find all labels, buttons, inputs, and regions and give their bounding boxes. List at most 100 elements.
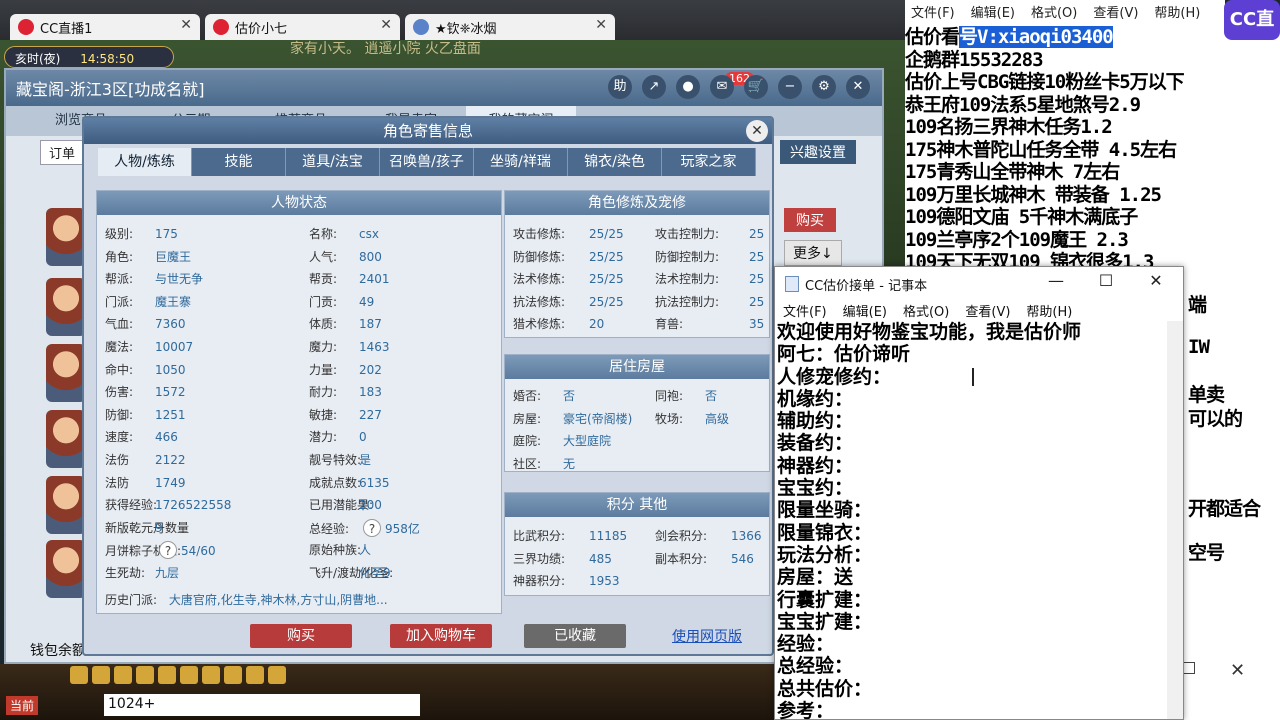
chat-icon[interactable] bbox=[224, 666, 242, 684]
avatar[interactable] bbox=[46, 344, 86, 402]
field-value: 魔王寨 bbox=[155, 294, 192, 309]
tab-pets[interactable]: 召唤兽/孩子 bbox=[380, 148, 474, 176]
close-icon[interactable]: ✕ bbox=[380, 17, 392, 33]
menu-view[interactable]: 查看(V) bbox=[965, 301, 1010, 320]
close-icon[interactable]: ✕ bbox=[595, 17, 607, 33]
tab-label: ★钦❈冰烟 bbox=[435, 22, 497, 37]
field-value: 54/60 bbox=[181, 544, 216, 559]
menu-file[interactable]: 文件(F) bbox=[783, 301, 827, 320]
field-value: 1953 bbox=[589, 574, 620, 589]
avatar[interactable] bbox=[46, 540, 86, 598]
arrow-icon[interactable] bbox=[70, 666, 88, 684]
close-icon[interactable]: ✕ bbox=[1133, 271, 1179, 290]
menu-edit[interactable]: 编辑(E) bbox=[843, 301, 887, 320]
field-label: 帮派: bbox=[105, 272, 134, 287]
tab-skills[interactable]: 技能 bbox=[192, 148, 286, 176]
menu-view[interactable]: 查看(V) bbox=[1093, 2, 1138, 21]
avatar[interactable] bbox=[46, 476, 86, 534]
help-icon[interactable]: 助 bbox=[608, 75, 632, 99]
tab-bingyan[interactable]: ★钦❈冰烟 ✕ bbox=[405, 14, 615, 40]
field-value: 2122 bbox=[155, 453, 186, 467]
tab-items[interactable]: 道具/法宝 bbox=[286, 148, 380, 176]
field-label: 人气: bbox=[309, 249, 338, 264]
field-label: 成就点数: bbox=[309, 475, 362, 490]
cart-icon[interactable]: 🛒 bbox=[744, 75, 768, 99]
browser-tab-bar: CC直播1 ✕ 估价小七 ✕ ★钦❈冰烟 ✕ bbox=[0, 0, 905, 40]
menu-file[interactable]: 文件(F) bbox=[911, 2, 955, 21]
notepad-line: 参考： bbox=[777, 700, 835, 720]
more-button[interactable]: 更多↓ bbox=[784, 240, 842, 266]
record-icon[interactable]: ● bbox=[676, 75, 700, 99]
share-icon[interactable]: ↗ bbox=[642, 75, 666, 99]
buy-button[interactable]: 购买 bbox=[250, 624, 352, 648]
notepad-line: 限量锦衣： bbox=[777, 521, 873, 544]
close-icon[interactable]: ✕ bbox=[180, 17, 192, 33]
tab-cc-live[interactable]: CC直播1 ✕ bbox=[10, 14, 200, 40]
close-icon[interactable]: ✕ bbox=[1230, 660, 1245, 681]
menu-format[interactable]: 格式(O) bbox=[903, 301, 949, 320]
menu-edit[interactable]: 编辑(E) bbox=[971, 2, 1015, 21]
tab-home[interactable]: 玩家之家 bbox=[662, 148, 756, 176]
favorited-button[interactable]: 已收藏 bbox=[524, 624, 626, 648]
avatar[interactable] bbox=[46, 278, 86, 336]
buy-button[interactable]: 购买 bbox=[784, 208, 836, 232]
tab-character[interactable]: 人物/炼练 bbox=[98, 148, 192, 176]
field-value: 1366 bbox=[731, 529, 762, 543]
minimize-icon[interactable]: − bbox=[778, 75, 802, 99]
search-icon[interactable] bbox=[158, 666, 176, 684]
tab-mounts[interactable]: 坐骑/祥瑞 bbox=[474, 148, 568, 176]
field-row: 靓号特效:是 bbox=[309, 451, 371, 468]
role-sale-info-dialog: 角色寄售信息 ✕ 人物/炼练 技能 道具/法宝 召唤兽/孩子 坐骑/祥瑞 锦衣/… bbox=[82, 116, 774, 656]
notepad-line: 宝宝扩建： bbox=[777, 610, 873, 633]
list-icon[interactable] bbox=[246, 666, 264, 684]
field-value: 1726522558 bbox=[155, 498, 232, 513]
field-label: 社区: bbox=[513, 456, 542, 471]
avatar[interactable] bbox=[46, 208, 86, 266]
chat-channel[interactable]: 当前 bbox=[6, 696, 39, 715]
chat-input[interactable]: 1024+ bbox=[104, 694, 420, 716]
field-value: 6135 bbox=[359, 475, 390, 490]
help-icon[interactable]: ? bbox=[363, 518, 381, 537]
field-row: 猎术修炼: 20 bbox=[513, 315, 604, 332]
message-icon[interactable]: ✉ bbox=[710, 75, 734, 99]
close-icon[interactable]: ✕ bbox=[846, 75, 870, 99]
tab-outfits[interactable]: 锦衣/染色 bbox=[568, 148, 662, 176]
menu-help[interactable]: 帮助(H) bbox=[1154, 2, 1200, 21]
notepad-line: 经验： bbox=[777, 633, 835, 656]
add-to-cart-button[interactable]: 加入购物车 bbox=[390, 624, 492, 648]
field-label: 同袍: bbox=[655, 389, 684, 403]
maximize-icon[interactable]: ☐ bbox=[1083, 271, 1129, 290]
field-value: 25 bbox=[749, 227, 765, 241]
close-icon[interactable]: ✕ bbox=[746, 120, 768, 142]
arrow-icon[interactable] bbox=[136, 666, 154, 684]
interest-settings-button[interactable]: 兴趣设置 bbox=[780, 140, 856, 164]
arrow-icon[interactable] bbox=[92, 666, 110, 684]
cc-live-logo: CC直播 bbox=[1224, 0, 1280, 70]
lock-icon[interactable] bbox=[180, 666, 198, 684]
menu-format[interactable]: 格式(O) bbox=[1031, 2, 1077, 21]
web-version-link[interactable]: 使用网页版 bbox=[672, 626, 742, 646]
arrow-icon[interactable] bbox=[114, 666, 132, 684]
notepad-menu-bar: 文件(F) 编辑(E) 格式(O) 查看(V) 帮助(H) bbox=[775, 299, 1183, 321]
field-row: 力量: 202 bbox=[309, 361, 382, 378]
game-period: 亥时(夜) bbox=[15, 52, 61, 66]
status-panel: 人物状态 级别: 175 角色: 巨魔王 帮派: 与世无争 门派: 魔王寨 气血: 7360 魔法:… bbox=[96, 190, 502, 614]
notepad-text-area[interactable]: 欢迎使用好物鉴宝功能，我是估价师 阿七：估价谛听 人修宠修约： 机缘约： 辅助约： 装备约… bbox=[775, 321, 1183, 720]
field-value: 466 bbox=[155, 430, 178, 445]
notepad-line: 人修宠修约： bbox=[777, 365, 892, 388]
menu-help[interactable]: 帮助(H) bbox=[1026, 301, 1072, 320]
tab-guja[interactable]: 估价小七 ✕ bbox=[205, 14, 400, 40]
dropdown-icon[interactable] bbox=[268, 666, 286, 684]
notepad-line: 总共估价： bbox=[777, 677, 873, 700]
panel-title: 积分 其他 bbox=[505, 493, 769, 517]
minimize-icon[interactable]: — bbox=[1033, 271, 1079, 290]
field-row: 神器积分: 1953 bbox=[513, 572, 620, 589]
maximize-icon[interactable] bbox=[1183, 662, 1195, 674]
avatar[interactable] bbox=[46, 410, 86, 468]
settings-icon[interactable]: ⚙ bbox=[812, 75, 836, 99]
brush-icon[interactable] bbox=[202, 666, 220, 684]
order-button[interactable]: 订单 bbox=[40, 140, 85, 165]
scrollbar[interactable] bbox=[1167, 321, 1183, 719]
game-toolbar bbox=[70, 666, 286, 684]
field-label: 名称: bbox=[309, 227, 338, 241]
